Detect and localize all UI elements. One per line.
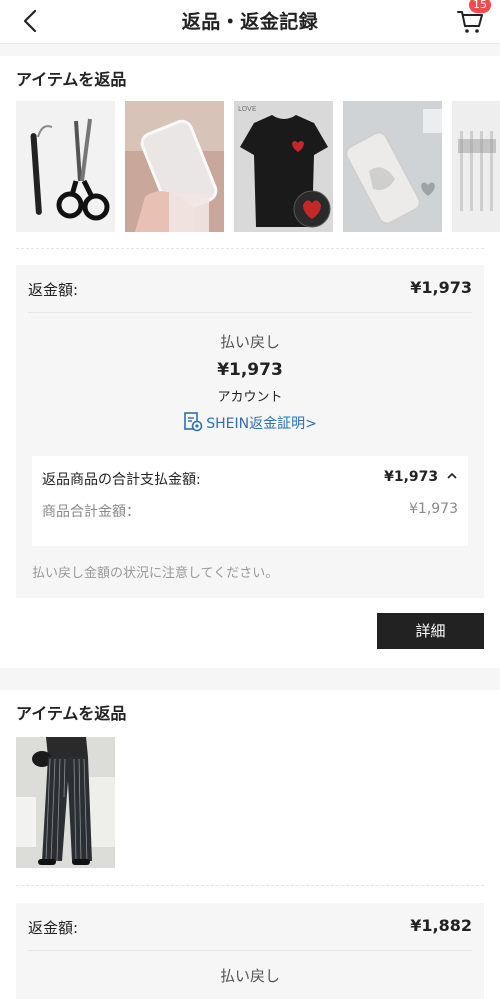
item-thumbnail-brush-set[interactable] (452, 101, 500, 232)
divider (16, 248, 484, 249)
item-thumbnail-silver-pouch[interactable] (343, 101, 442, 232)
returned-total-value: ¥1,973 (384, 469, 439, 485)
refund-destination: アカウント (217, 390, 283, 405)
svg-text:LOVE: LOVE (238, 105, 256, 113)
cart-count-badge: 15 (469, 0, 491, 13)
refund-amount-row: 返金額: ¥1,882 (28, 903, 472, 951)
certificate-icon (184, 412, 203, 432)
payment-summary-panel: 返品商品の合計支払金額: ¥1,973 商品合計金額： ¥1,973 (32, 456, 468, 546)
refund-amount-label: 返金額: (28, 281, 79, 299)
returned-items-thumbnails: LOVE (16, 101, 500, 232)
item-thumbnail-tweezers-scissors[interactable] (16, 101, 115, 232)
item-thumbnail-striped-pants[interactable] (16, 737, 115, 868)
refund-notice: 払い戻し金額の状況に注意してください。 (32, 566, 279, 581)
section-title: アイテムを返品 (16, 704, 127, 723)
item-total-value: ¥1,973 (409, 501, 458, 517)
refund-method: 払い戻し (219, 967, 280, 985)
refund-certificate-link[interactable]: SHEIN返金証明> (16, 412, 484, 433)
item-total-label: 商品合計金額： (42, 504, 140, 520)
certificate-link-text: SHEIN返金証明> (206, 416, 317, 432)
refund-amount-value: ¥1,973 (410, 278, 472, 297)
top-bar: 返品・返金記録 15 (0, 0, 500, 44)
refund-method: 払い戻し (219, 333, 280, 351)
chevron-up-icon (447, 472, 457, 479)
divider (16, 885, 484, 886)
returned-total-label: 返品商品の合計支払金額: (42, 472, 201, 488)
item-thumbnail-phone-case[interactable] (125, 101, 224, 232)
return-record-card: アイテムを返品 LOVE 返金額: ¥1,973 払い戻し ¥1,973 アカウ… (0, 56, 500, 668)
refund-amount-row: 返金額: ¥1,973 (28, 265, 472, 313)
refund-summary-box: 返金額: ¥1,973 払い戻し ¥1,973 アカウント SHEIN返金証明>… (16, 265, 484, 598)
page-title: 返品・返金記録 (181, 11, 319, 33)
refund-method-amount: ¥1,973 (217, 360, 283, 380)
section-title: アイテムを返品 (16, 70, 127, 89)
refund-amount-value: ¥1,882 (410, 916, 472, 935)
returned-items-thumbnails (16, 737, 115, 868)
item-thumbnail-black-tee[interactable]: LOVE (234, 101, 333, 232)
item-total-row: 商品合計金額： ¥1,973 (42, 501, 458, 521)
detail-button[interactable]: 詳細 (377, 613, 484, 649)
refund-amount-label: 返金額: (28, 919, 79, 937)
returned-total-row[interactable]: 返品商品の合計支払金額: ¥1,973 (42, 469, 458, 489)
refund-summary-box: 返金額: ¥1,882 払い戻し (16, 903, 484, 999)
return-record-card: アイテムを返品 返金額: ¥1,882 払い戻し (0, 690, 500, 999)
